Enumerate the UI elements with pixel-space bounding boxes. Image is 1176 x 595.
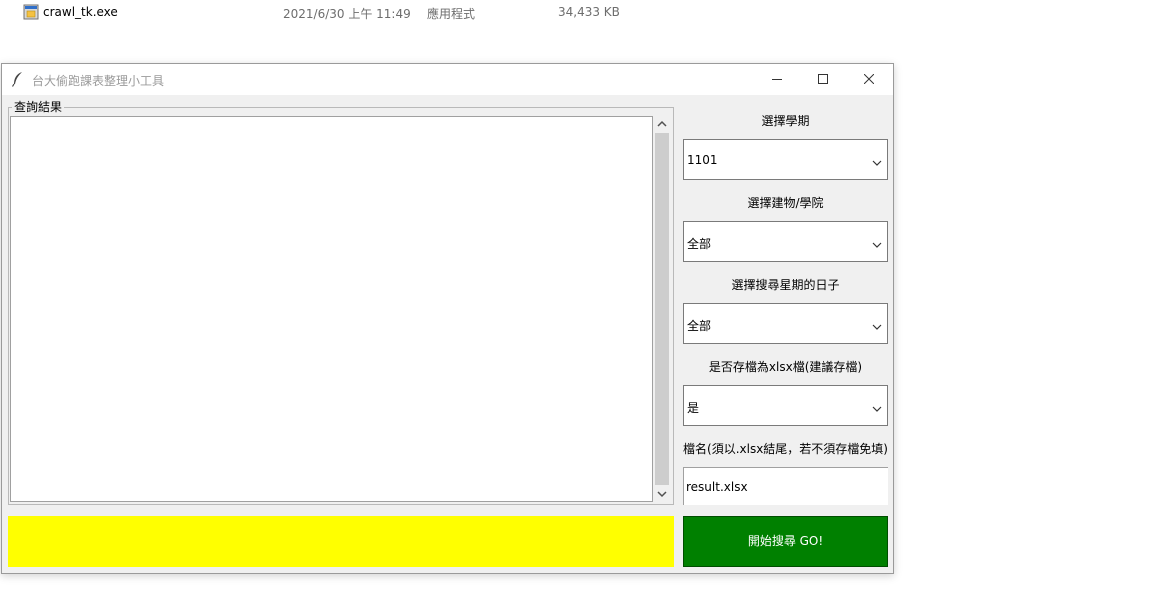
chevron-down-icon <box>872 238 882 252</box>
save-xlsx-value: 是 <box>687 401 700 415</box>
chevron-down-icon <box>872 320 882 334</box>
filename-label: 檔名(須以.xlsx結尾，若不須存檔免填) <box>683 442 888 456</box>
app-window: 台大偷跑課表整理小工具 查詢結果 選擇學期 1101 選擇建物/學院 全部 選擇… <box>1 63 894 574</box>
result-group-label: 查詢結果 <box>12 99 65 115</box>
semester-label: 選擇學期 <box>761 114 810 128</box>
scroll-down-arrow-icon[interactable] <box>653 485 671 502</box>
building-label: 選擇建物/學院 <box>747 196 824 210</box>
exe-file-icon <box>23 4 39 20</box>
building-value: 全部 <box>687 237 712 251</box>
start-search-button[interactable]: 開始搜尋 GO! <box>683 516 888 567</box>
file-type: 應用程式 <box>427 7 476 21</box>
semester-value: 1101 <box>687 153 718 167</box>
file-name: crawl_tk.exe <box>43 5 118 19</box>
scroll-up-arrow-icon[interactable] <box>653 116 671 133</box>
filename-input[interactable]: result.xlsx <box>683 467 888 505</box>
weekday-label: 選擇搜尋星期的日子 <box>731 278 840 292</box>
window-content: 查詢結果 選擇學期 1101 選擇建物/學院 全部 選擇搜尋星期的日子 全部 是… <box>2 95 893 573</box>
minimize-button[interactable] <box>754 64 800 95</box>
result-text-area[interactable] <box>10 116 653 502</box>
close-button[interactable] <box>846 64 892 95</box>
chevron-down-icon <box>872 156 882 170</box>
save-xlsx-label: 是否存檔為xlsx檔(建議存檔) <box>708 360 863 374</box>
feather-icon <box>11 71 25 87</box>
semester-select[interactable]: 1101 <box>683 139 888 180</box>
scroll-thumb[interactable] <box>655 133 669 485</box>
file-list-row[interactable]: crawl_tk.exe 2021/6/30 上午 11:49 應用程式 34,… <box>0 0 1176 26</box>
status-bar <box>8 516 674 567</box>
filename-value: result.xlsx <box>686 480 748 494</box>
file-size: 34,433 KB <box>558 5 620 19</box>
weekday-value: 全部 <box>687 319 712 333</box>
title-bar[interactable]: 台大偷跑課表整理小工具 <box>2 64 893 95</box>
maximize-button[interactable] <box>800 64 846 95</box>
weekday-select[interactable]: 全部 <box>683 303 888 344</box>
window-title: 台大偷跑課表整理小工具 <box>32 74 165 88</box>
result-scrollbar[interactable] <box>653 116 671 502</box>
chevron-down-icon <box>872 402 882 416</box>
file-date-modified: 2021/6/30 上午 11:49 <box>283 7 411 21</box>
building-select[interactable]: 全部 <box>683 221 888 262</box>
save-xlsx-select[interactable]: 是 <box>683 385 888 426</box>
